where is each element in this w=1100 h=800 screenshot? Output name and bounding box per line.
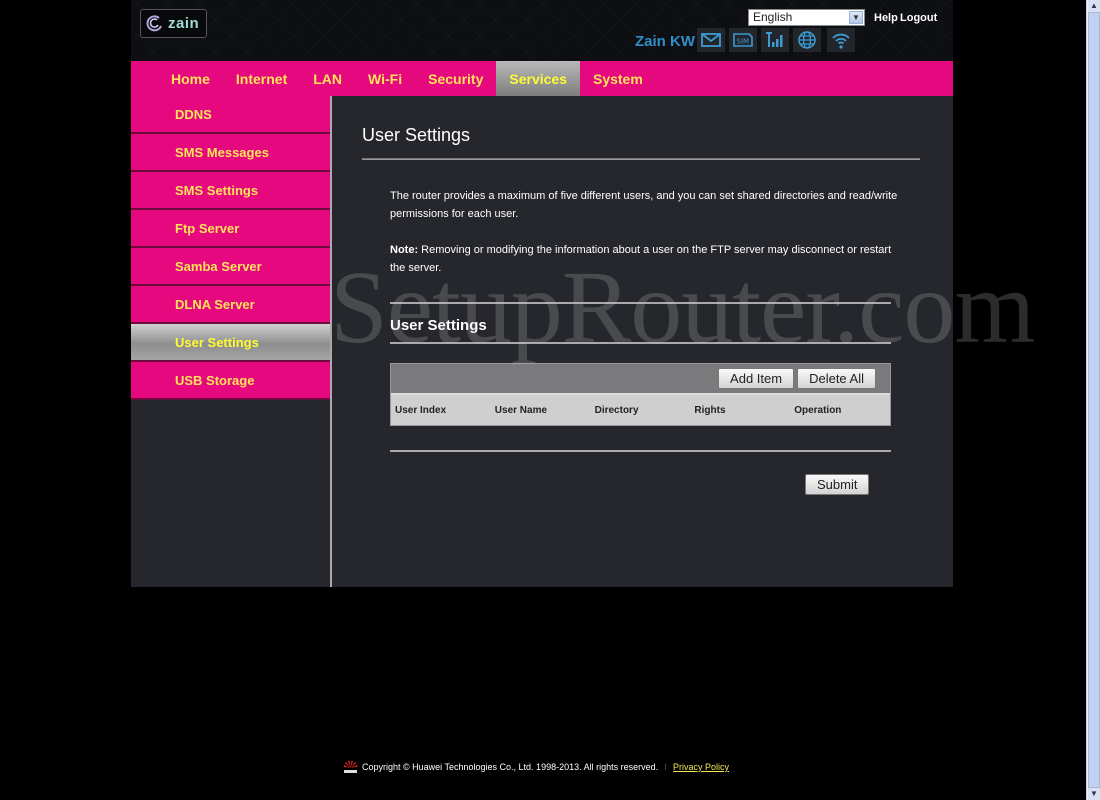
footer-separator: ⁝ xyxy=(664,761,668,772)
section-title: User Settings xyxy=(390,317,487,334)
language-select[interactable]: English ▼ xyxy=(748,9,865,26)
column-rights: Rights xyxy=(694,404,726,416)
mail-icon[interactable] xyxy=(697,28,725,52)
logout-link[interactable]: Logout xyxy=(900,12,937,24)
sidebar-item-ddns[interactable]: DDNS xyxy=(131,96,330,134)
logo-text: zain xyxy=(168,15,200,32)
nav-security[interactable]: Security xyxy=(415,61,496,96)
sidebar-item-sms-settings[interactable]: SMS Settings xyxy=(131,172,330,210)
operator-name: Zain KW xyxy=(635,33,695,50)
privacy-policy-link[interactable]: Privacy Policy xyxy=(673,762,729,772)
note-text: Note: Removing or modifying the informat… xyxy=(390,241,900,277)
nav-lan[interactable]: LAN xyxy=(300,61,355,96)
nav-services[interactable]: Services xyxy=(496,61,580,96)
note-body: Removing or modifying the information ab… xyxy=(390,244,892,274)
user-table: Add Item Delete All User Index User Name… xyxy=(390,363,891,426)
form-divider xyxy=(390,450,891,452)
scroll-down-icon[interactable]: ▼ xyxy=(1088,788,1100,800)
column-user-index: User Index xyxy=(395,404,447,416)
sidebar-item-user-settings[interactable]: User Settings xyxy=(131,324,330,362)
add-item-button[interactable]: Add Item xyxy=(718,368,795,389)
note-label: Note: xyxy=(390,244,419,256)
wifi-icon xyxy=(827,28,855,52)
sidebar-item-usb-storage[interactable]: USB Storage xyxy=(131,362,330,400)
delete-all-button[interactable]: Delete All xyxy=(797,368,876,389)
router-page: zain English ▼ Help Logout Zain KW SIM H… xyxy=(131,0,953,587)
header: zain English ▼ Help Logout Zain KW SIM xyxy=(131,0,953,61)
column-operation: Operation xyxy=(794,404,842,416)
description-text: The router provides a maximum of five di… xyxy=(390,190,898,220)
sidebar-item-dlna-server[interactable]: DLNA Server xyxy=(131,286,330,324)
zain-logo: zain xyxy=(140,9,207,38)
submit-button[interactable]: Submit xyxy=(805,474,870,495)
section-divider-bottom xyxy=(390,342,891,344)
main-nav: Home Internet LAN Wi-Fi Security Service… xyxy=(131,61,953,96)
title-divider xyxy=(362,158,920,160)
table-header: User Index User Name Directory Rights Op… xyxy=(391,395,890,425)
signal-icon xyxy=(761,28,789,52)
sidebar: DDNS SMS Messages SMS Settings Ftp Serve… xyxy=(131,96,332,587)
sidebar-item-sms-messages[interactable]: SMS Messages xyxy=(131,134,330,172)
sim-icon: SIM xyxy=(729,28,757,52)
nav-wifi[interactable]: Wi-Fi xyxy=(355,61,415,96)
scroll-thumb[interactable] xyxy=(1088,12,1100,788)
vertical-scrollbar[interactable]: ▲ ▼ xyxy=(1086,0,1100,800)
sidebar-item-ftp-server[interactable]: Ftp Server xyxy=(131,210,330,248)
chevron-down-icon[interactable]: ▼ xyxy=(849,11,863,24)
nav-internet[interactable]: Internet xyxy=(223,61,300,96)
help-link[interactable]: Help xyxy=(874,12,898,24)
column-user-name: User Name xyxy=(494,404,548,416)
nav-home[interactable]: Home xyxy=(158,61,223,96)
main-panel: User Settings The router provides a maxi… xyxy=(332,96,953,587)
globe-icon xyxy=(793,28,821,52)
table-toolbar: Add Item Delete All xyxy=(391,364,890,395)
page-title: User Settings xyxy=(362,125,471,145)
huawei-logo-icon xyxy=(343,760,358,773)
svg-text:SIM: SIM xyxy=(737,38,750,46)
sidebar-item-samba-server[interactable]: Samba Server xyxy=(131,248,330,286)
column-directory: Directory xyxy=(594,404,639,416)
section-divider-top xyxy=(390,302,891,304)
copyright-text: Copyright © Huawei Technologies Co., Ltd… xyxy=(362,762,659,772)
footer: Copyright © Huawei Technologies Co., Ltd… xyxy=(343,760,729,774)
scroll-up-icon[interactable]: ▲ xyxy=(1088,0,1100,12)
content-area: DDNS SMS Messages SMS Settings Ftp Serve… xyxy=(131,96,953,587)
zain-swirl-icon xyxy=(146,14,162,31)
nav-system[interactable]: System xyxy=(580,61,656,96)
language-value: English xyxy=(753,10,793,24)
